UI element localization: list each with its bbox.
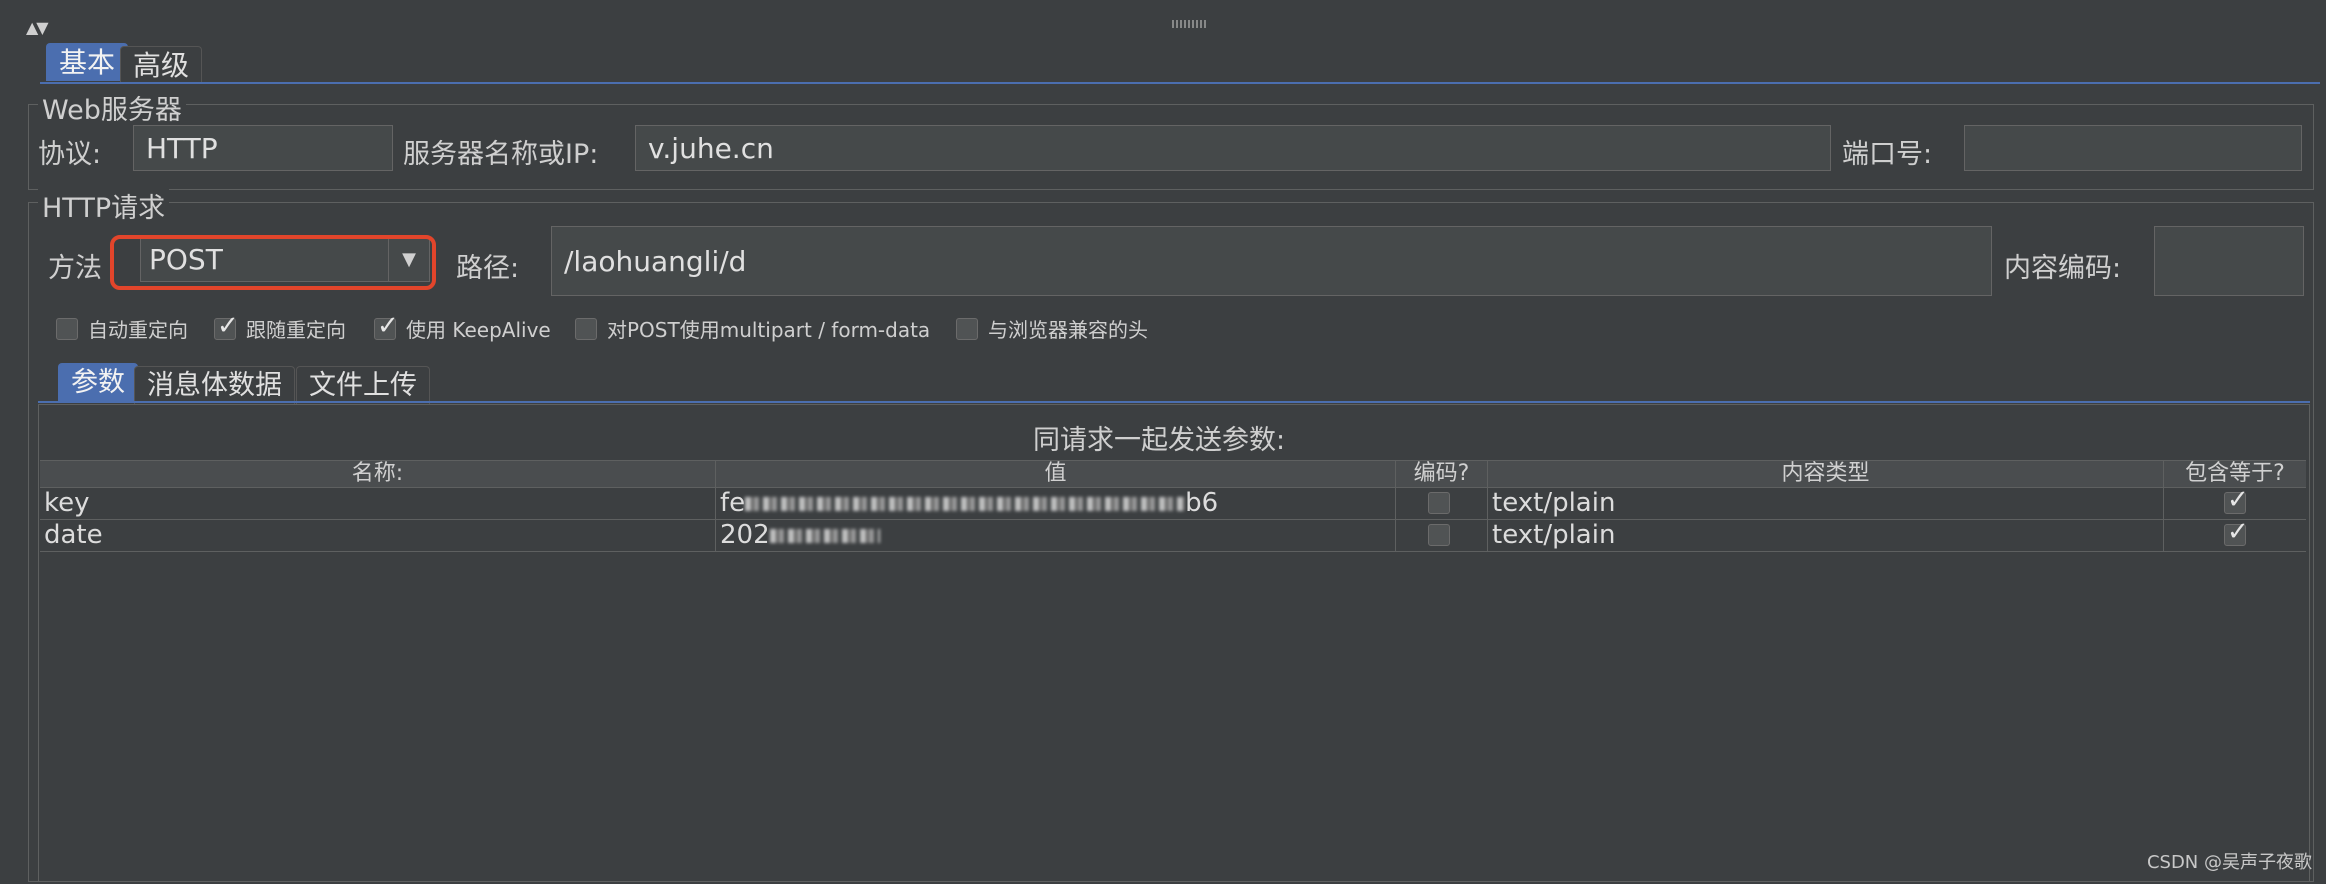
port-input[interactable] — [1964, 125, 2302, 171]
keepalive-label: 使用 KeepAlive — [406, 318, 551, 342]
include-equals-checkbox[interactable] — [2224, 488, 2249, 516]
column-encode[interactable]: 编码? — [1396, 461, 1488, 487]
path-input[interactable]: /laohuangli/d — [551, 226, 1992, 296]
encode-checkbox[interactable] — [1428, 524, 1450, 546]
tab-basic[interactable]: 基本 — [46, 43, 129, 81]
encoding-input[interactable] — [2154, 226, 2304, 296]
method-label: 方法 — [48, 253, 102, 284]
auto-redirect-checkbox[interactable] — [56, 317, 78, 340]
param-value[interactable]: 202 — [716, 520, 1396, 551]
encode-checkbox[interactable] — [1428, 492, 1450, 514]
watermark: CSDN @吴声子夜歌 — [2146, 852, 2312, 873]
multipart-label: 对POST使用multipart / form-data — [607, 318, 931, 342]
tab-file-upload[interactable]: 文件上传 — [296, 366, 430, 404]
option-follow-redirect[interactable]: 跟随重定向 — [214, 311, 346, 343]
collapse-arrows-icon[interactable]: ▲▼ — [26, 18, 49, 37]
tab-advanced[interactable]: 高级 — [120, 46, 203, 84]
redacted-value — [769, 528, 880, 543]
column-value[interactable]: 值 — [716, 461, 1396, 487]
web-server-title: Web服务器 — [38, 88, 186, 127]
param-value-prefix: 202 — [720, 520, 770, 550]
splitter-grip-icon[interactable] — [1172, 20, 1206, 28]
param-include-equals-cell[interactable] — [2164, 520, 2306, 551]
option-auto-redirect[interactable]: 自动重定向 — [56, 314, 188, 343]
param-name[interactable]: date — [40, 520, 716, 551]
tab-underline — [40, 82, 2320, 84]
param-include-equals-cell[interactable] — [2164, 488, 2306, 519]
protocol-input[interactable]: HTTP — [133, 125, 393, 171]
param-value-suffix: b6 — [1185, 488, 1219, 518]
param-name[interactable]: key — [40, 488, 716, 519]
include-equals-checkbox[interactable] — [2224, 520, 2249, 548]
redacted-value — [745, 496, 1186, 511]
multipart-checkbox[interactable] — [575, 317, 597, 340]
encoding-label: 内容编码: — [2004, 253, 2122, 284]
method-highlight — [110, 235, 436, 290]
param-value[interactable]: fe b6 — [716, 488, 1396, 519]
http-request-title: HTTP请求 — [38, 186, 170, 225]
port-label: 端口号: — [1842, 139, 1933, 170]
auto-redirect-label: 自动重定向 — [88, 318, 188, 342]
http-sampler-panel: ▲▼ 基本 高级 Web服务器 协议: HTTP 服务器名称或IP: v.juh… — [0, 0, 2326, 884]
browser-headers-label: 与浏览器兼容的头 — [988, 318, 1148, 342]
column-content-type[interactable]: 内容类型 — [1488, 461, 2164, 487]
path-label: 路径: — [456, 253, 520, 284]
follow-redirect-checkbox[interactable] — [214, 311, 239, 341]
parameters-table-header: 名称: 值 编码? 内容类型 包含等于? — [40, 460, 2306, 488]
option-keepalive[interactable]: 使用 KeepAlive — [374, 311, 551, 343]
server-input[interactable]: v.juhe.cn — [635, 125, 1831, 171]
param-encode-cell[interactable] — [1396, 520, 1488, 551]
parameters-title: 同请求一起发送参数: — [1033, 425, 1286, 456]
tab-parameters[interactable]: 参数 — [58, 363, 138, 401]
protocol-label: 协议: — [38, 139, 102, 170]
subtab-underline — [38, 401, 2310, 403]
option-browser-headers[interactable]: 与浏览器兼容的头 — [956, 314, 1148, 343]
column-include-equals[interactable]: 包含等于? — [2164, 461, 2306, 487]
tab-body-data[interactable]: 消息体数据 — [134, 366, 295, 404]
option-multipart[interactable]: 对POST使用multipart / form-data — [575, 314, 930, 343]
param-encode-cell[interactable] — [1396, 488, 1488, 519]
column-name[interactable]: 名称: — [40, 461, 716, 487]
param-value-prefix: fe — [720, 488, 746, 518]
table-row[interactable]: key fe b6 text/plain — [40, 488, 2306, 520]
server-label: 服务器名称或IP: — [403, 139, 599, 170]
table-row[interactable]: date 202 text/plain — [40, 520, 2306, 552]
param-content-type[interactable]: text/plain — [1488, 520, 2164, 551]
keepalive-checkbox[interactable] — [374, 311, 399, 341]
follow-redirect-label: 跟随重定向 — [246, 318, 346, 342]
param-content-type[interactable]: text/plain — [1488, 488, 2164, 519]
browser-headers-checkbox[interactable] — [956, 317, 978, 340]
